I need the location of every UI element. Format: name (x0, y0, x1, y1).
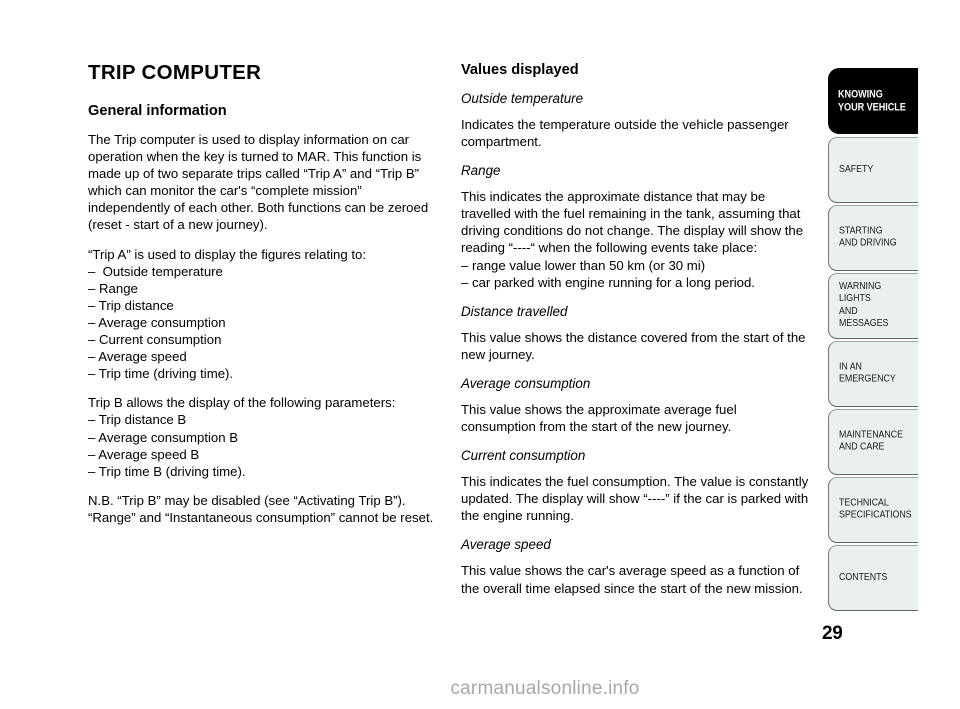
section-heading-general-information: General information (88, 103, 227, 119)
tab-label-text: KNOWING YOUR VEHICLE (838, 88, 906, 113)
tab-label: TECHNICAL SPECIFICATIONS (839, 498, 918, 523)
tab-maintenance-and-care[interactable]: MAINTENANCE AND CARE (828, 409, 918, 475)
site-watermark: carmanualsonline.info (450, 678, 640, 699)
tab-label-text: IN AN EMERGENCY (839, 361, 896, 385)
tab-label: WARNING LIGHTS AND MESSAGES (839, 281, 918, 331)
tab-knowing-your-vehicle[interactable]: KNOWING YOUR VEHICLE (828, 68, 918, 134)
tab-label: SAFETY (839, 164, 879, 176)
tab-technical-specifications[interactable]: TECHNICAL SPECIFICATIONS (828, 477, 918, 543)
paragraph-nb-note: N.B. “Trip B” may be disabled (see “Acti… (88, 492, 434, 525)
tab-label: STARTING AND DRIVING (839, 226, 906, 251)
list-item: – Range (88, 280, 138, 296)
tab-label: IN AN EMERGENCY (839, 362, 905, 387)
tab-starting-and-driving[interactable]: STARTING AND DRIVING (828, 205, 918, 271)
tab-label-text: CONTENTS (839, 571, 888, 583)
sub-heading-current-consumption: Current consumption (461, 448, 586, 464)
sub-heading-outside-temperature: Outside temperature (461, 91, 584, 106)
list-item: – Average speed (88, 349, 187, 365)
list-item: – range value lower than 50 km (or 30 mi… (461, 257, 706, 273)
right-text-column: Values displayed Outside temperature Ind… (461, 62, 809, 609)
chapter-tab-rail: KNOWING YOUR VEHICLE SAFETY STARTING AND… (828, 68, 918, 613)
tab-label-text: TECHNICAL SPECIFICATIONS (839, 497, 912, 521)
list-item: – Trip time (driving time). (88, 366, 234, 382)
trip-b-item-list: – Trip distance B – Average consumption … (88, 411, 436, 479)
sub-heading-range: Range (461, 163, 501, 179)
list-item: – Current consumption (88, 332, 222, 348)
paragraph-trip-b-intro: Trip B allows the display of the followi… (88, 395, 396, 411)
tab-label: CONTENTS (839, 572, 895, 584)
list-item: – Average consumption B (88, 429, 239, 445)
tab-label-text: WARNING LIGHTS AND MESSAGES (839, 281, 889, 330)
page-number: 29 (822, 623, 843, 644)
paragraph-average-speed: This value shows the car's average speed… (461, 563, 803, 596)
section-heading-values-displayed: Values displayed (461, 62, 579, 78)
paragraph-trip-a-intro: “Trip A” is used to display the figures … (88, 246, 367, 262)
tab-safety[interactable]: SAFETY (828, 137, 918, 203)
list-item: – Average speed B (88, 446, 200, 462)
left-text-column: TRIP COMPUTER General information The Tr… (88, 62, 436, 538)
tab-label-text: SAFETY (839, 163, 874, 175)
tab-in-an-emergency[interactable]: IN AN EMERGENCY (828, 341, 918, 407)
list-item: – Trip time B (driving time). (88, 463, 246, 479)
list-item: – Trip distance (88, 297, 174, 313)
tab-label: MAINTENANCE AND CARE (839, 430, 913, 455)
list-item: – Outside temperature (88, 263, 223, 279)
sub-heading-distance-travelled: Distance travelled (461, 303, 568, 319)
tab-label: KNOWING YOUR VEHICLE (838, 88, 917, 113)
list-item: – Trip distance B (88, 412, 187, 428)
paragraph-general-information: The Trip computer is used to display inf… (88, 132, 429, 216)
paragraph-distance-travelled: This value shows the distance covered fr… (461, 329, 806, 362)
paragraph-current-consumption: This indicates the fuel consumption. The… (461, 474, 809, 524)
tab-warning-lights-and-messages[interactable]: WARNING LIGHTS AND MESSAGES (828, 273, 918, 339)
paragraph-outside-temperature: Indicates the temperature outside the ve… (461, 117, 789, 150)
page-title: TRIP COMPUTER (88, 61, 262, 84)
range-item-list: – range value lower than 50 km (or 30 mi… (461, 257, 809, 291)
sub-heading-average-consumption: Average consumption (461, 375, 591, 391)
manual-page: TRIP COMPUTER General information The Tr… (0, 0, 960, 709)
list-item: – car parked with engine running for a l… (461, 274, 755, 290)
sub-heading-average-speed: Average speed (461, 537, 551, 553)
tab-label-text: MAINTENANCE AND CARE (839, 429, 903, 453)
paragraph-range: This indicates the approximate distance … (461, 189, 804, 256)
paragraph-average-consumption: This value shows the approximate average… (461, 401, 737, 435)
tab-contents[interactable]: CONTENTS (828, 545, 918, 611)
paragraph-reset-note: (reset - start of a new journey). (88, 217, 268, 233)
list-item: – Average consumption (88, 314, 226, 330)
trip-a-item-list: – Outside temperature – Range – Trip dis… (88, 263, 436, 383)
tab-label-text: STARTING AND DRIVING (839, 225, 897, 249)
